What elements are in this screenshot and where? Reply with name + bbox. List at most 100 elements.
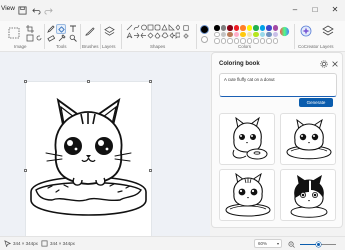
undo-icon[interactable] [32,6,41,15]
cat-result-image [286,118,332,160]
shapes-gallery[interactable] [126,24,180,42]
divider [80,24,81,49]
result-thumbnail[interactable] [280,169,336,221]
group-label-shapes: Shapes [150,44,166,49]
result-thumbnail[interactable] [219,113,275,165]
shape-fill-icon[interactable] [183,33,189,39]
close-window-button[interactable]: ✕ [328,3,342,17]
color-picker-icon[interactable] [58,34,66,42]
color-swatch[interactable] [220,31,226,37]
color-swatch[interactable] [266,25,272,31]
eraser-icon[interactable] [47,34,55,42]
custom-color-slot[interactable] [240,38,246,44]
custom-color-slot[interactable] [253,38,259,44]
custom-color-slot[interactable] [227,38,233,44]
color-swatch[interactable] [259,31,265,37]
color-swatch[interactable] [214,31,220,37]
layers-panel-icon[interactable] [322,25,334,37]
group-label-cocreator: CoCreator [298,44,319,49]
resize-icon[interactable] [26,34,34,42]
color-swatch[interactable] [240,25,246,31]
color-swatch[interactable] [253,25,259,31]
result-thumbnail[interactable] [219,169,275,221]
drawing-canvas[interactable] [24,80,152,250]
fill-icon [58,26,65,33]
canvas-size-icon [41,240,48,247]
divider [100,24,101,49]
custom-color-slot[interactable] [266,38,272,44]
resize-handle[interactable] [24,80,27,83]
resize-handle[interactable] [87,80,90,83]
edit-colors-icon[interactable] [279,26,290,37]
color-swatch[interactable] [233,31,239,37]
save-icon[interactable] [18,6,27,15]
text-icon[interactable] [69,25,77,33]
resize-handle[interactable] [149,80,152,83]
group-label-layers-panel: Layers [320,44,334,49]
prompt-text: A cute fluffy cat on a donut [224,77,275,82]
custom-color-slot[interactable] [220,38,226,44]
zoom-select[interactable]: 60% ▾ [254,239,282,248]
status-bar: 344 × 344px 344 × 344px 60% ▾ [0,236,345,250]
color-swatch[interactable] [233,25,239,31]
title-bar: View – □ ✕ [0,0,345,21]
zoom-slider-thumb[interactable] [315,242,321,247]
color-swatch[interactable] [220,25,226,31]
zoom-value: 60% [258,241,268,246]
color-swatch[interactable] [259,25,265,31]
rotate-icon[interactable] [35,34,43,42]
custom-color-slot[interactable] [233,38,239,44]
gear-icon[interactable] [320,60,328,68]
cat-result-image [290,175,328,218]
custom-color-slot[interactable] [272,38,278,44]
redo-icon[interactable] [44,6,53,15]
color-swatch[interactable] [253,31,259,37]
resize-handle[interactable] [149,169,152,172]
color-swatch[interactable] [227,25,233,31]
chevron-down-icon: ▾ [276,241,279,246]
result-thumbnail[interactable] [280,113,336,165]
zoom-out-icon[interactable] [288,241,295,248]
color-swatch[interactable] [272,25,278,31]
generate-button[interactable]: Generate [299,98,333,107]
divider [294,24,295,49]
color-swatch[interactable] [266,31,272,37]
close-icon[interactable] [331,60,339,68]
custom-color-slot[interactable] [246,38,252,44]
minimize-button[interactable]: – [288,3,302,17]
crop-icon[interactable] [26,25,34,33]
menu-view[interactable]: View [1,5,15,12]
select-icon[interactable] [8,27,20,39]
color-swatch[interactable] [272,31,278,37]
group-label-image: Image [14,44,27,49]
group-label-brushes: Brushes [82,44,99,49]
magnifier-icon[interactable] [69,34,77,42]
divider [44,24,45,49]
color-swatch[interactable] [214,25,220,31]
color-swatch[interactable] [227,31,233,37]
cat-result-image [232,116,268,160]
color-swatch[interactable] [240,31,246,37]
cocreator-icon[interactable] [300,25,312,37]
group-label-layers: Layers [102,44,116,49]
fill-tool-active[interactable] [56,24,66,34]
panel-title: Coloring book [219,61,260,67]
secondary-color-swatch[interactable] [201,36,208,43]
resize-handle[interactable] [24,169,27,172]
prompt-input[interactable]: A cute fluffy cat on a donut [219,73,337,97]
primary-color-swatch[interactable] [200,25,209,34]
canvas-area [0,52,210,250]
brush-icon[interactable] [84,26,95,37]
selection-size: 344 × 344px [13,241,38,246]
custom-color-slot[interactable] [214,38,220,44]
maximize-button[interactable]: □ [308,3,322,17]
zoom-slider[interactable] [300,242,336,247]
layers-icon[interactable] [104,26,115,37]
cat-result-image [225,172,271,217]
outline-icon[interactable] [183,25,189,31]
color-swatch[interactable] [246,31,252,37]
custom-color-slot[interactable] [259,38,265,44]
group-label-colors: Colors [238,44,252,49]
color-swatch[interactable] [246,25,252,31]
pencil-icon[interactable] [47,25,55,33]
